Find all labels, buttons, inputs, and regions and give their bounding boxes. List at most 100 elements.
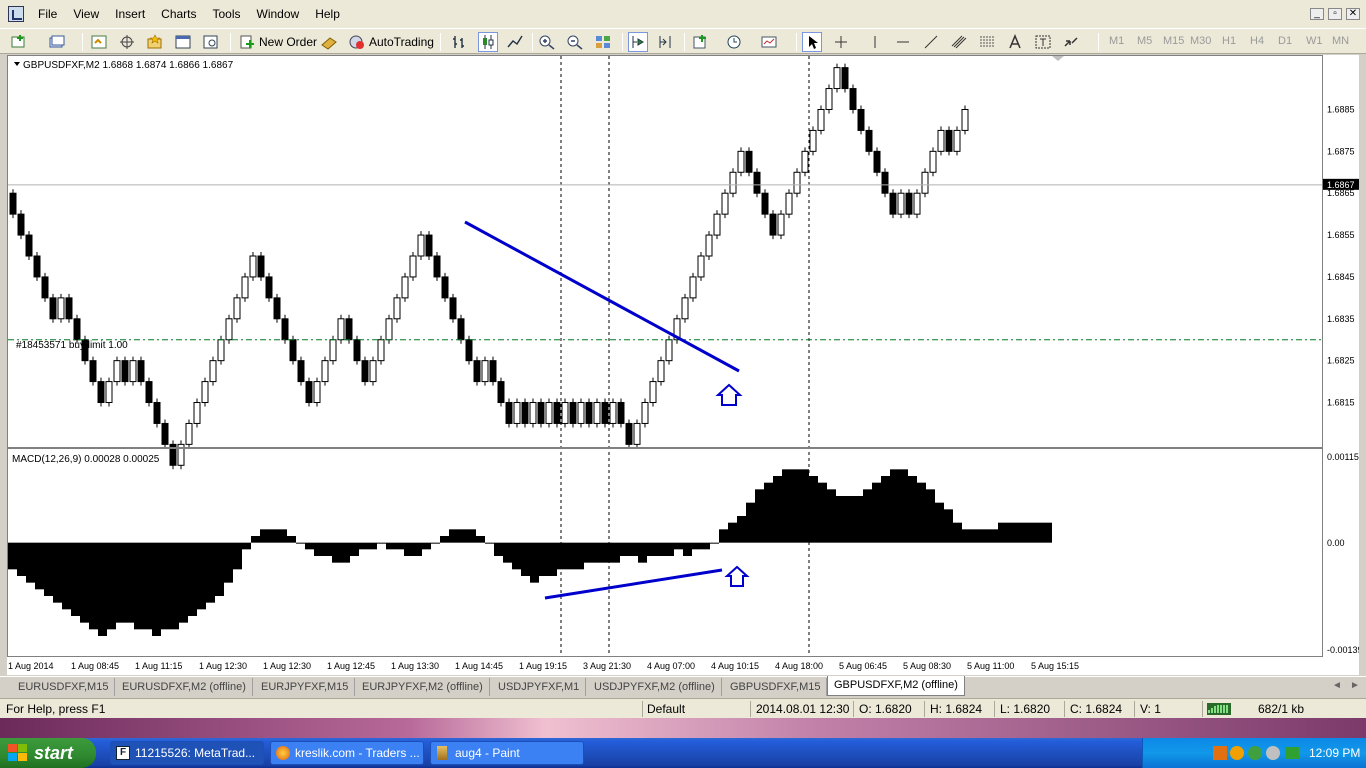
tray-app-icon[interactable] (1266, 746, 1280, 760)
vertical-line-button[interactable] (866, 32, 884, 52)
bar-chart-button[interactable] (450, 32, 468, 52)
macd-bar (314, 542, 323, 556)
templates-button[interactable] (760, 32, 778, 52)
line-chart-button[interactable] (506, 32, 524, 52)
candle-bearish (841, 67, 849, 90)
price-axis[interactable]: 1.6885 1.6875 1.6865 1.6855 1.6845 1.683… (1323, 55, 1363, 657)
chart-shift-button[interactable] (656, 32, 674, 52)
text-tool-button[interactable] (1006, 32, 1024, 52)
indicators-button[interactable] (692, 32, 710, 52)
horizontal-line-button[interactable] (894, 32, 912, 52)
connection-bars-icon[interactable] (1207, 703, 1231, 715)
market-watch-button[interactable] (90, 32, 108, 52)
timeframe-m5[interactable]: M5 (1137, 35, 1152, 47)
timeframe-h4[interactable]: H4 (1250, 35, 1264, 47)
timeframe-m15[interactable]: M15 (1163, 35, 1184, 47)
periods-button[interactable] (726, 32, 744, 52)
tab-usdjpyfxf-m2-offline[interactable]: USDJPYFXF,M2 (offline) (588, 678, 722, 696)
macd-bar (863, 489, 872, 543)
profiles-button[interactable] (48, 32, 66, 52)
strategy-tester-button[interactable] (202, 32, 220, 52)
cursor-tool-button[interactable] (802, 32, 822, 52)
fibonacci-button[interactable] (978, 32, 996, 52)
taskbar-firefox[interactable]: kreslik.com - Traders ... (270, 741, 424, 765)
tab-eurusdfxf-m15[interactable]: EURUSDFXF,M15 (12, 678, 116, 696)
zoom-out-button[interactable] (566, 32, 584, 52)
restore-button[interactable]: ▫ (1328, 8, 1342, 20)
candlestick-button[interactable] (478, 32, 498, 52)
time-label: 5 Aug 15:15 (1031, 661, 1079, 671)
minimize-button[interactable]: _ (1310, 8, 1324, 20)
chart-collapse-icon[interactable] (14, 62, 20, 66)
crosshair-tool-button[interactable] (832, 32, 850, 52)
tab-gbpusdfxf-m15[interactable]: GBPUSDFXF,M15 (724, 678, 828, 696)
tray-app-icon[interactable] (1230, 746, 1244, 760)
candle-bullish (233, 297, 241, 320)
status-traffic: 682/1 kb (1258, 702, 1305, 716)
terminal-button[interactable] (174, 32, 192, 52)
tile-windows-button[interactable] (594, 32, 612, 52)
start-button[interactable]: start (0, 738, 96, 768)
tab-scroll-right-icon[interactable]: ► (1350, 680, 1360, 691)
tray-app-icon[interactable] (1213, 746, 1227, 760)
macd-bar (26, 542, 35, 583)
timeframe-m30[interactable]: M30 (1190, 35, 1211, 47)
tab-eurusdfxf-m2-offline[interactable]: EURUSDFXF,M2 (offline) (116, 678, 253, 696)
timeframe-m1[interactable]: M1 (1109, 35, 1124, 47)
candle-bearish (521, 402, 529, 424)
candle-bullish (409, 255, 417, 278)
timeframe-d1[interactable]: D1 (1278, 35, 1292, 47)
data-window-button[interactable] (118, 32, 136, 52)
macd-bar (170, 542, 179, 630)
up-arrow-icon[interactable] (724, 565, 750, 587)
text-a-icon (1009, 34, 1021, 49)
chart-shift-marker[interactable] (1052, 56, 1064, 61)
new-order-button[interactable]: New Order (238, 32, 317, 52)
text-label-button[interactable] (1034, 32, 1052, 52)
timeframe-h1[interactable]: H1 (1222, 35, 1236, 47)
network-icon[interactable] (1285, 747, 1299, 759)
tab-gbpusdfxf-m2-offline[interactable]: GBPUSDFXF,M2 (offline) (827, 676, 965, 696)
navigator-button[interactable] (146, 32, 164, 52)
tray-icons[interactable] (1213, 745, 1303, 761)
menu-insert[interactable]: Insert (107, 0, 153, 28)
menu-window[interactable]: Window (249, 0, 308, 28)
menu-view[interactable]: View (65, 0, 107, 28)
candle-bearish (121, 360, 129, 383)
timeframe-mn[interactable]: MN (1332, 35, 1349, 47)
autotrading-button[interactable]: AutoTrading (348, 32, 434, 52)
tab-usdjpyfxf-m1[interactable]: USDJPYFXF,M1 (492, 678, 587, 696)
taskbar-metatrader[interactable]: F 11215526: MetaTrad... (110, 741, 264, 765)
tab-eurjpyfxf-m2-offline[interactable]: EURJPYFXF,M2 (offline) (356, 678, 490, 696)
chart-window[interactable]: GBPUSDFXF,M2 1.6868 1.6874 1.6866 1.6867… (7, 55, 1323, 657)
macd-bar (449, 529, 458, 543)
close-button[interactable]: ✕ (1346, 8, 1360, 20)
metaeditor-button[interactable] (320, 32, 338, 52)
tab-scroll-left-icon[interactable]: ◄ (1332, 680, 1342, 691)
autoscroll-button[interactable] (628, 32, 648, 52)
chart-canvas[interactable]: GBPUSDFXF,M2 1.6868 1.6874 1.6866 1.6867… (8, 56, 1322, 656)
macd-trendline[interactable] (544, 568, 723, 600)
up-arrow-icon[interactable] (715, 383, 743, 406)
candle-bearish (857, 108, 865, 131)
time-axis[interactable]: 1 Aug 2014 1 Aug 08:45 1 Aug 11:15 1 Aug… (7, 657, 1359, 675)
status-help: For Help, press F1 (6, 702, 106, 716)
menu-file[interactable]: File (30, 0, 65, 28)
taskbar-paint[interactable]: aug4 - Paint (430, 741, 584, 765)
candle-bullish (897, 192, 905, 215)
price-trendline[interactable] (464, 220, 740, 373)
timeframe-w1[interactable]: W1 (1306, 35, 1323, 47)
menu-charts[interactable]: Charts (153, 0, 204, 28)
arrows-button[interactable] (1062, 32, 1080, 52)
equidistant-channel-button[interactable] (950, 32, 968, 52)
zoom-in-button[interactable] (538, 32, 556, 52)
tray-app-icon[interactable] (1248, 746, 1262, 760)
menu-tools[interactable]: Tools (205, 0, 249, 28)
menu-help[interactable]: Help (307, 0, 348, 28)
trendline-button[interactable] (922, 32, 940, 52)
tab-eurjpyfxf-m15[interactable]: EURJPYFXF,M15 (255, 678, 356, 696)
new-chart-button[interactable] (10, 32, 28, 52)
app-icon[interactable] (8, 6, 24, 22)
candle-bullish (513, 402, 521, 424)
macd-bar (773, 476, 782, 543)
